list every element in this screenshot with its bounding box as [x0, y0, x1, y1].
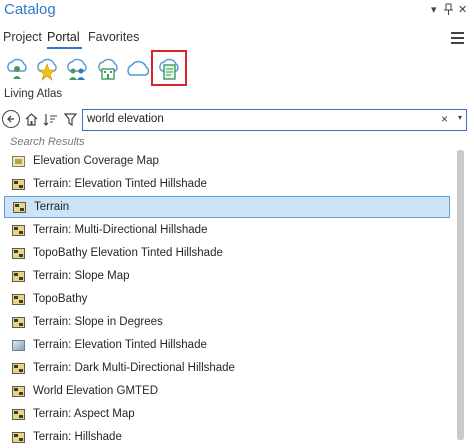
my-content-icon[interactable]	[4, 55, 30, 81]
result-item-label: Elevation Coverage Map	[33, 155, 159, 167]
arcgis-online-cloud-icon[interactable]	[125, 55, 151, 81]
result-item[interactable]: Terrain: Aspect Map	[4, 403, 450, 425]
tile-layer-icon	[12, 224, 25, 236]
tile-layer-icon	[12, 431, 25, 443]
filter-icon[interactable]	[61, 110, 79, 128]
pane-options-dropdown-icon[interactable]: ▾	[431, 3, 437, 16]
result-item-label: TopoBathy	[33, 293, 88, 305]
result-item[interactable]: Terrain: Multi-Directional Hillshade	[4, 219, 450, 241]
result-item-label: Terrain: Elevation Tinted Hillshade	[33, 178, 207, 190]
result-item-label: Terrain: Multi-Directional Hillshade	[33, 224, 208, 236]
catalog-tabs: Project Portal Favorites	[0, 28, 474, 49]
tab-favorites[interactable]: Favorites	[88, 30, 139, 44]
home-icon[interactable]	[22, 110, 40, 128]
result-item-selected[interactable]: Terrain	[4, 196, 450, 218]
pane-title-bar: Catalog ▾ ✕	[0, 0, 474, 24]
result-item[interactable]: Terrain: Dark Multi-Directional Hillshad…	[4, 357, 450, 379]
favorites-cloud-icon[interactable]	[34, 55, 60, 81]
result-item[interactable]: Terrain: Slope Map	[4, 265, 450, 287]
result-item-label: Terrain: Dark Multi-Directional Hillshad…	[33, 362, 235, 374]
tile-layer-icon	[12, 270, 25, 282]
tab-portal[interactable]: Portal	[47, 30, 80, 44]
sort-icon[interactable]	[41, 110, 59, 128]
clear-search-icon[interactable]: ×	[441, 112, 448, 126]
result-item-label: TopoBathy Elevation Tinted Hillshade	[33, 247, 223, 259]
tile-layer-icon	[12, 362, 25, 374]
result-item-label: Terrain: Aspect Map	[33, 408, 135, 420]
living-atlas-icon[interactable]	[151, 50, 187, 86]
pane-title: Catalog	[4, 1, 56, 18]
close-pane-icon[interactable]: ✕	[458, 3, 467, 16]
result-item[interactable]: Terrain: Elevation Tinted Hillshade	[4, 334, 450, 356]
back-arrow-icon[interactable]	[2, 110, 20, 128]
portal-source-toolbar	[4, 50, 204, 88]
results-scrollbar[interactable]	[457, 150, 464, 440]
scrollbar-thumb[interactable]	[457, 150, 464, 440]
search-input[interactable]: world elevation × ▾	[82, 109, 467, 131]
result-item-label: Terrain	[34, 201, 70, 213]
map-item-icon	[12, 155, 25, 167]
tile-layer-icon	[12, 247, 25, 259]
result-item-label: Terrain: Elevation Tinted Hillshade	[33, 339, 207, 351]
image-layer-icon	[12, 339, 25, 351]
search-input-value: world elevation	[87, 113, 164, 125]
groups-cloud-icon[interactable]	[64, 55, 90, 81]
search-toolbar: world elevation × ▾	[0, 108, 474, 132]
result-item[interactable]: World Elevation GMTED	[4, 380, 450, 402]
result-item-label: Terrain: Hillshade	[33, 431, 122, 443]
results-header: Search Results	[10, 136, 85, 148]
section-title: Living Atlas	[4, 88, 63, 100]
tile-layer-icon	[12, 316, 25, 328]
result-item[interactable]: Terrain: Slope in Degrees	[4, 311, 450, 333]
tile-layer-icon	[12, 293, 25, 305]
result-item[interactable]: TopoBathy Elevation Tinted Hillshade	[4, 242, 450, 264]
auto-hide-pin-icon[interactable]	[444, 3, 453, 18]
tile-layer-icon	[13, 201, 26, 213]
result-item[interactable]: Terrain: Hillshade	[4, 426, 450, 448]
result-item-label: World Elevation GMTED	[33, 385, 159, 397]
tile-layer-icon	[12, 385, 25, 397]
hamburger-menu-icon[interactable]	[451, 32, 464, 47]
result-item[interactable]: Terrain: Elevation Tinted Hillshade	[4, 173, 450, 195]
result-item-label: Terrain: Slope Map	[33, 270, 130, 282]
result-item[interactable]: TopoBathy	[4, 288, 450, 310]
tile-layer-icon	[12, 178, 25, 190]
organization-cloud-icon[interactable]	[95, 55, 121, 81]
active-tab-indicator	[47, 47, 82, 49]
tab-project[interactable]: Project	[3, 30, 42, 44]
search-results-list: Elevation Coverage Map Terrain: Elevatio…	[0, 148, 452, 447]
result-item-label: Terrain: Slope in Degrees	[33, 316, 163, 328]
tile-layer-icon	[12, 408, 25, 420]
search-options-dropdown-icon[interactable]: ▾	[458, 113, 462, 122]
result-item[interactable]: Elevation Coverage Map	[4, 150, 450, 172]
